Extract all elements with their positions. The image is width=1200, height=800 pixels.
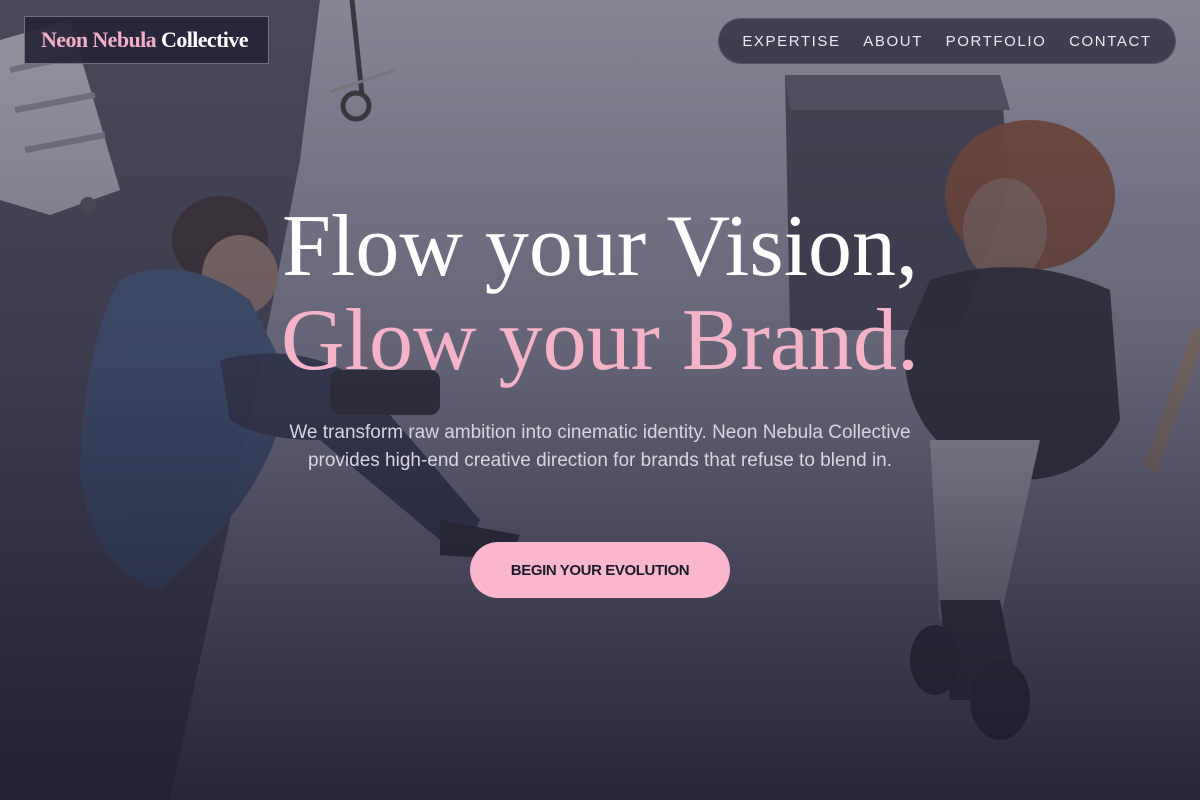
nav-link-portfolio[interactable]: PORTFOLIO xyxy=(946,33,1047,50)
begin-evolution-button[interactable]: BEGIN YOUR EVOLUTION xyxy=(470,542,730,598)
hero-subtitle: We transform raw ambition into cinematic… xyxy=(289,422,911,471)
nav-link-contact[interactable]: CONTACT xyxy=(1069,33,1152,50)
headline-line-2: Glow your Brand. xyxy=(281,292,919,389)
hero-overlay xyxy=(0,0,1200,800)
logo-text-secondary: Collective xyxy=(161,27,248,52)
nav-link-expertise[interactable]: EXPERTISE xyxy=(742,33,840,50)
main-nav: EXPERTISE ABOUT PORTFOLIO CONTACT xyxy=(718,18,1176,64)
hero-headline: Flow your Vision, Glow your Brand. xyxy=(0,200,1200,388)
site-logo[interactable]: Neon Nebula Collective xyxy=(24,16,269,64)
nav-link-about[interactable]: ABOUT xyxy=(863,33,923,50)
headline-line-1: Flow your Vision, xyxy=(281,198,919,295)
logo-text-primary: Neon Nebula xyxy=(41,27,157,52)
hero-section: Neon Nebula Collective EXPERTISE ABOUT P… xyxy=(0,0,1200,800)
